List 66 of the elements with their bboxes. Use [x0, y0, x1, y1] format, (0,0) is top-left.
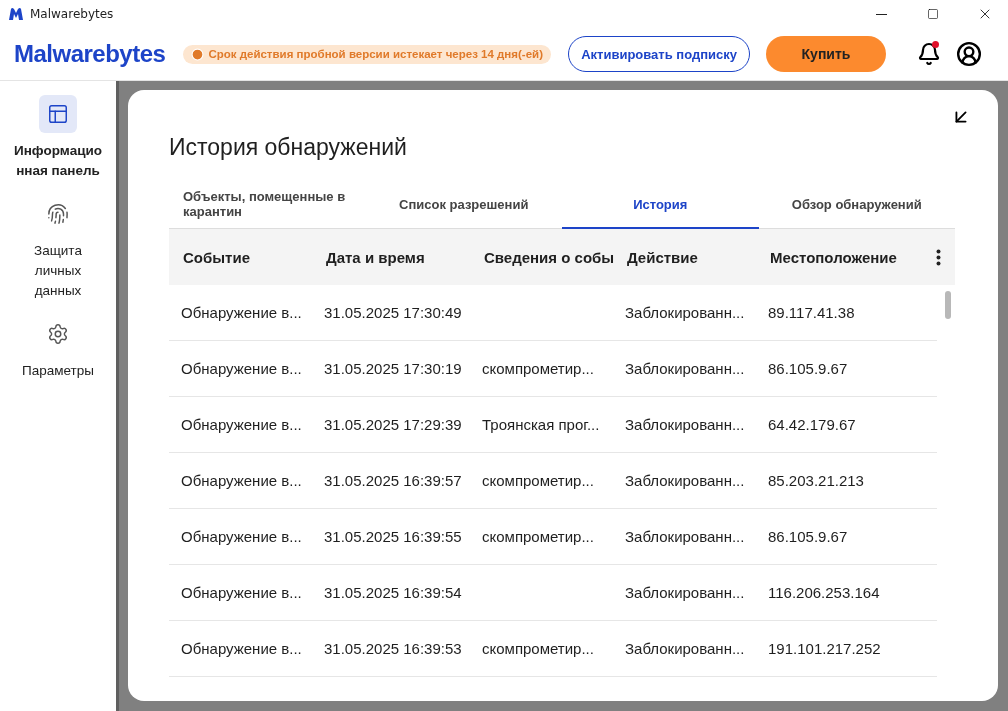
window-title: Malwarebytes	[30, 7, 115, 21]
tab[interactable]: Объекты, помещенные в карантин	[169, 181, 366, 229]
table-cell-text: Обнаружение в...	[181, 584, 303, 601]
app-logo: Malwarebytes	[14, 40, 166, 68]
table-cell-text: Обнаружение в...	[181, 640, 303, 657]
column-header[interactable]: Местоположение	[770, 248, 913, 266]
table-row[interactable]: Обнаружение в... 31.05.2025 17:30:19 скомпрометир... Заблокированн... 86.105.9.67	[169, 341, 937, 397]
table-cell-text: 64.42.179.67	[768, 416, 857, 433]
trial-notice: Срок действия пробной версии истекает через 14 дня(-ей)	[183, 44, 551, 64]
table-cell-text: 191.101.217.252	[768, 640, 882, 657]
column-header[interactable]: Действие	[627, 248, 770, 266]
table-cell-text: 89.117.41.38	[768, 304, 856, 321]
table-cell-text: Заблокированн...	[625, 304, 746, 321]
table-row[interactable]: Обнаружение в... 31.05.2025 17:29:39 Троянская прог... Заблокированн... 64.42.179.67	[169, 397, 937, 453]
table-cell-text: 31.05.2025 16:39:55	[324, 528, 463, 545]
table-cell-text: скомпрометир...	[482, 472, 595, 489]
table-cell-text: Заблокированн...	[625, 584, 746, 601]
bell-icon	[917, 42, 941, 66]
table-cell-text: 31.05.2025 16:39:54	[324, 584, 463, 601]
table-cell-text: Обнаружение в...	[181, 528, 303, 545]
table-row[interactable]: Обнаружение в... 31.05.2025 17:30:49 Заблокированн... 89.117.41.38	[169, 285, 937, 341]
table-cell-text: скомпрометир...	[482, 528, 595, 545]
account-button[interactable]	[954, 39, 984, 69]
table-cell-text: 85.203.21.213	[768, 472, 865, 489]
logo-icon	[8, 7, 24, 21]
panel-title: История обнаружений	[169, 134, 408, 161]
table-cell-text: Обнаружение в...	[181, 416, 303, 433]
table-cell-text: 31.05.2025 17:30:49	[324, 304, 463, 321]
sidebar-item[interactable]: Информационная панель	[10, 95, 106, 181]
table-cell-text: 31.05.2025 17:30:19	[324, 360, 463, 377]
column-header[interactable]: Сведения о собы	[484, 248, 627, 266]
table-cell-text: 31.05.2025 16:39:57	[324, 472, 463, 489]
table-cell-text: Обнаружение в...	[181, 472, 303, 489]
table-cell-text: 86.105.9.67	[768, 528, 849, 545]
table-cell-text: Заблокированн...	[625, 416, 746, 433]
tab[interactable]: Список разрешений	[365, 181, 562, 229]
table-cell-text: Заблокированн...	[625, 472, 746, 489]
table-cell-text: Обнаружение в...	[181, 360, 303, 377]
table-cell-text: 31.05.2025 17:29:39	[324, 416, 463, 433]
column-header[interactable]: Событие	[183, 248, 326, 266]
account-icon	[956, 41, 982, 67]
tab[interactable]: Обзор обнаружений	[758, 181, 955, 229]
sidebar-item[interactable]: Защита личных данных	[10, 195, 106, 301]
table-cell-text: скомпрометир...	[482, 640, 595, 657]
more-icon	[935, 248, 941, 266]
table-row[interactable]: Обнаружение в... 31.05.2025 16:39:54 Заблокированн... 116.206.253.164	[169, 565, 937, 621]
minimize-icon	[875, 13, 887, 15]
table-cell-text: Троянская прог...	[482, 416, 601, 433]
dashboard-icon	[39, 95, 77, 133]
table-cell-text: Заблокированн...	[625, 640, 746, 657]
buy-button[interactable]: Купить	[766, 36, 886, 72]
table-cell-text: 31.05.2025 16:39:53	[324, 640, 463, 657]
table-row[interactable]: Обнаружение в... 31.05.2025 16:39:55 скомпрометир... Заблокированн... 86.105.9.67	[169, 509, 937, 565]
table-cell-text: Заблокированн...	[625, 360, 746, 377]
table-cell-text: 86.105.9.67	[768, 360, 849, 377]
sidebar-item[interactable]: Параметры	[10, 315, 106, 381]
scrollbar-thumb[interactable]	[945, 291, 951, 319]
table-row[interactable]: Обнаружение в... 31.05.2025 16:39:53 скомпрометир... Заблокированн... 191.101.217.252	[169, 621, 937, 677]
table-cell-text: Обнаружение в...	[181, 304, 303, 321]
table-row[interactable]: Обнаружение в... 31.05.2025 16:39:57 скомпрометир... Заблокированн... 85.203.21.213	[169, 453, 937, 509]
activate-button[interactable]: Активировать подписку	[568, 36, 750, 72]
column-header[interactable]: Дата и время	[326, 248, 484, 266]
maximize-icon	[927, 8, 939, 20]
table-cell-text: Заблокированн...	[625, 528, 746, 545]
table-cell-text: скомпрометир...	[482, 360, 595, 377]
table-cell-text: 116.206.253.164	[768, 584, 881, 601]
